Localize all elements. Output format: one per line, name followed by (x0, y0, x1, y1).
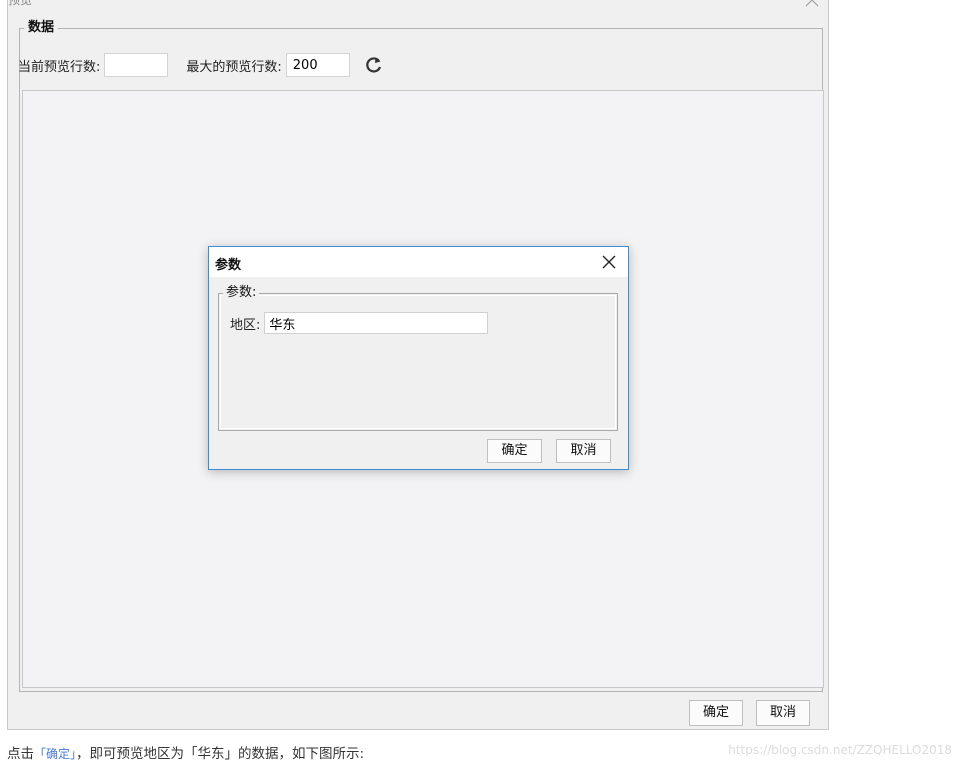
dialog-ok-button[interactable]: 确定 (487, 439, 542, 463)
dialog-title-bar (209, 247, 628, 277)
ok-button[interactable]: 确定 (689, 700, 743, 726)
dialog-close-icon[interactable] (602, 255, 616, 269)
caption-prefix: 点击 (7, 746, 34, 762)
data-group-label: 数据 (24, 20, 59, 36)
cancel-button[interactable]: 取消 (756, 700, 810, 726)
caption-text: 点击「确定」，即可预览地区为「华东」的数据，如下图所示: (7, 742, 364, 762)
caption-suffix: ，即可预览地区为「华东」的数据，如下图所示: (76, 746, 365, 762)
max-rows-input[interactable] (285, 53, 350, 77)
max-rows-label: 最大的预览行数: (186, 59, 282, 75)
region-label: 地区: (230, 317, 261, 333)
window-title: 预览 (8, 0, 33, 7)
watermark: https://blog.csdn.net/ZZQHELLO2018 (728, 743, 952, 757)
window-close-icon[interactable] (804, 0, 820, 8)
region-input[interactable] (264, 312, 489, 334)
parameter-row: 地区: (230, 312, 489, 334)
dialog-cancel-button[interactable]: 取消 (556, 439, 611, 463)
caption-highlight: 「确定」 (34, 747, 77, 761)
parameter-group: 参数: 地区: (218, 285, 618, 431)
parameter-group-label: 参数: (223, 285, 260, 301)
preview-toolbar: 当前预览行数: 最大的预览行数: (18, 52, 384, 78)
current-rows-label: 当前预览行数: (18, 59, 101, 75)
parameter-dialog: 参数 参数: 地区: 确定 取消 (208, 246, 629, 470)
dialog-title: 参数 (215, 258, 242, 273)
current-rows-input[interactable] (104, 53, 169, 77)
refresh-icon[interactable] (364, 55, 384, 75)
